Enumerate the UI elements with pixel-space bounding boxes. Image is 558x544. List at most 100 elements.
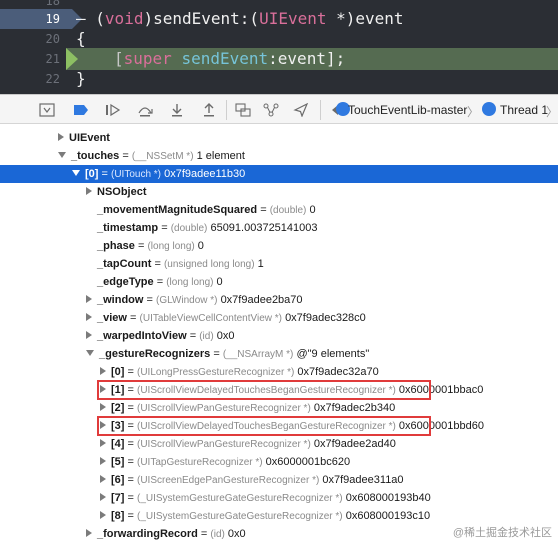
keyword-token: super: [123, 49, 172, 68]
breadcrumb-thread[interactable]: Thread 1: [500, 103, 548, 117]
breakpoints-toggle-icon[interactable]: [72, 101, 90, 119]
step-out-icon[interactable]: [200, 101, 218, 119]
variable-value: 0x7f9adee311a0: [322, 474, 404, 486]
view-hierarchy-icon[interactable]: [234, 101, 252, 119]
disclosure-expanded-icon[interactable]: [72, 170, 80, 177]
variable-row[interactable]: _touches = (__NSSetM *) 1 element: [0, 147, 558, 165]
variable-type: (double): [170, 223, 208, 234]
variable-type: (UIScrollViewPanGestureRecognizer *): [137, 439, 311, 450]
disclosure-collapsed-icon[interactable]: [100, 493, 106, 502]
variable-value: 0: [197, 240, 204, 252]
breadcrumb-chevron-icon: 〉: [467, 105, 480, 119]
variable-type: (__NSSetM *): [131, 151, 194, 162]
disclosure-collapsed-icon[interactable]: [100, 403, 106, 412]
variable-type: (UITouch *): [111, 169, 162, 180]
variable-row[interactable]: [4] = (UIScrollViewPanGestureRecognizer …: [0, 435, 558, 453]
disclosure-collapsed-icon[interactable]: [100, 475, 106, 484]
memory-graph-icon[interactable]: [262, 101, 280, 119]
disclosure-expanded-icon[interactable]: [58, 152, 66, 159]
code-line-19[interactable]: – (void)sendEvent:(UIEvent *)event: [76, 9, 404, 28]
variable-type: (GLWindow *): [156, 295, 218, 306]
variable-row[interactable]: _gestureRecognizers = (__NSArrayM *) @"9…: [0, 345, 558, 363]
variable-row[interactable]: _window = (GLWindow *) 0x7f9adee2ba70: [0, 291, 558, 309]
disclosure-collapsed-icon[interactable]: [100, 457, 106, 466]
variable-name: _window: [97, 294, 144, 306]
keyword-token: void: [104, 9, 144, 28]
variable-name: _touches: [71, 150, 120, 162]
step-over-icon[interactable]: [136, 101, 154, 119]
variable-row[interactable]: NSObject: [0, 183, 558, 201]
variable-name: [4]: [111, 438, 125, 450]
variable-type: (unsigned long long): [163, 259, 255, 270]
hide-debug-area-icon[interactable]: [38, 101, 56, 119]
class-token: UIEvent: [259, 9, 327, 28]
variable-name: _forwardingRecord: [97, 528, 198, 540]
variable-type: (id): [199, 331, 214, 342]
line-number-current: 19: [45, 12, 60, 26]
variable-name: [0]: [111, 366, 125, 378]
step-into-icon[interactable]: [168, 101, 186, 119]
method-name: sendEvent:: [153, 9, 250, 28]
variable-value: 0x7f9adec2b340: [313, 402, 396, 414]
variable-row[interactable]: [7] = (_UISystemGestureGateGestureRecogn…: [0, 489, 558, 507]
variable-value: 0x608000193c10: [345, 510, 431, 522]
variable-row[interactable]: UIEvent: [0, 129, 558, 147]
disclosure-collapsed-icon[interactable]: [86, 331, 92, 340]
variable-type: (UITapGestureRecognizer *): [137, 457, 263, 468]
variable-type: (long long): [147, 241, 195, 252]
disclosure-collapsed-icon[interactable]: [86, 187, 92, 196]
variable-row[interactable]: _tapCount = (unsigned long long) 1: [0, 255, 558, 273]
variable-value: 0x7f9adee2ba70: [220, 294, 303, 306]
debug-toolbar: TouchEventLib-master 〉 Thread 1 〉: [0, 94, 558, 124]
variable-value: 0x7f9adec328c0: [285, 312, 366, 324]
variable-name: _view: [97, 312, 127, 324]
variable-row[interactable]: [5] = (UITapGestureRecognizer *) 0x60000…: [0, 453, 558, 471]
variable-row[interactable]: [0] = (UITouch *) 0x7f9adee11b30: [0, 165, 558, 183]
variable-type: (UILongPressGestureRecognizer *): [137, 367, 295, 378]
code-line-22[interactable]: }: [76, 69, 86, 88]
variable-name: NSObject: [97, 186, 147, 198]
variable-row[interactable]: _movementMagnitudeSquared = (double) 0: [0, 201, 558, 219]
disclosure-collapsed-icon[interactable]: [86, 313, 92, 322]
code-token: (: [95, 9, 105, 28]
variable-row[interactable]: _view = (UITableViewCellContentView *) 0…: [0, 309, 558, 327]
simulate-location-icon[interactable]: [292, 101, 310, 119]
code-token: :event];: [268, 49, 346, 68]
variable-name: [8]: [111, 510, 125, 522]
variable-row[interactable]: [0] = (UILongPressGestureRecognizer *) 0…: [0, 363, 558, 381]
disclosure-collapsed-icon[interactable]: [86, 529, 92, 538]
variable-name: _edgeType: [97, 276, 154, 288]
disclosure-collapsed-icon[interactable]: [100, 367, 106, 376]
continue-icon[interactable]: [104, 101, 122, 119]
code-token: ): [143, 9, 154, 28]
variable-value: 0x7f9adee11b30: [164, 168, 246, 180]
variable-row[interactable]: _warpedIntoView = (id) 0x0: [0, 327, 558, 345]
variable-type: (UIScreenEdgePanGestureRecognizer *): [137, 475, 320, 486]
variable-row[interactable]: _phase = (long long) 0: [0, 237, 558, 255]
variable-type: (id): [210, 529, 225, 540]
variable-value: 0x6000001bc620: [265, 456, 351, 468]
variable-value: 65091.003725141003: [210, 222, 318, 234]
variable-value: 0x608000193b40: [345, 492, 431, 504]
variable-row[interactable]: _timestamp = (double) 65091.003725141003: [0, 219, 558, 237]
code-line-20[interactable]: {: [76, 29, 86, 48]
variable-row[interactable]: [2] = (UIScrollViewPanGestureRecognizer …: [0, 399, 558, 417]
variable-row[interactable]: [6] = (UIScreenEdgePanGestureRecognizer …: [0, 471, 558, 489]
variable-type: (UITableViewCellContentView *): [139, 313, 282, 324]
variable-type: (_UISystemGestureGateGestureRecognizer *…: [137, 493, 343, 504]
selector-token: sendEvent: [181, 49, 269, 68]
breadcrumb-target[interactable]: TouchEventLib-master: [348, 103, 467, 117]
variable-row[interactable]: _edgeType = (long long) 0: [0, 273, 558, 291]
disclosure-collapsed-icon[interactable]: [100, 439, 106, 448]
highlight-box: [97, 416, 431, 436]
disclosure-collapsed-icon[interactable]: [100, 511, 106, 520]
disclosure-expanded-icon[interactable]: [86, 350, 94, 357]
code-editor[interactable]: 18 19 20 21 22 – (void)sendEvent:(UIEven…: [0, 0, 558, 94]
variables-view[interactable]: UIEvent _touches = (__NSSetM *) 1 element…: [0, 124, 558, 544]
variable-row[interactable]: [8] = (_UISystemGestureGateGestureRecogn…: [0, 507, 558, 525]
disclosure-collapsed-icon[interactable]: [58, 133, 64, 142]
toolbar-separator: [226, 100, 227, 120]
disclosure-collapsed-icon[interactable]: [86, 295, 92, 304]
code-line-21[interactable]: [super sendEvent:event];: [114, 49, 345, 68]
execution-pointer-icon[interactable]: [66, 48, 78, 70]
